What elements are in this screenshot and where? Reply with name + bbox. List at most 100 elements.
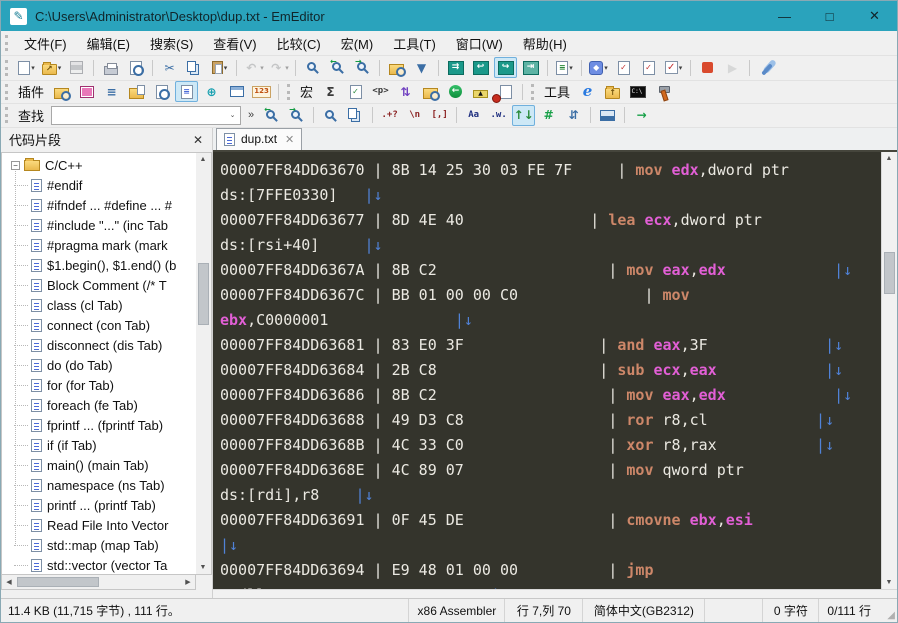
snippet-item-11[interactable]: for (for Tab) [2,376,196,396]
find-previous-button[interactable] [326,57,349,78]
macro-find-folder-button[interactable] [419,81,442,102]
findbar-jump-button[interactable]: → [630,105,653,126]
cut-button[interactable]: ✂ [158,57,181,78]
scroll-left-icon[interactable]: ◀ [2,575,16,589]
code-line-7[interactable]: ebx,C0000001 |↓ [220,308,881,333]
print-preview-button[interactable] [124,57,147,78]
snippet-item-18[interactable]: Read File Into Vector [2,516,196,536]
findbar-find-in-files-button[interactable] [319,105,342,126]
save-file-button[interactable] [65,57,88,78]
maximize-button[interactable]: □ [807,1,852,31]
toolbar-grip[interactable] [287,83,293,100]
paste-dropdown-icon[interactable]: ▾ [224,64,228,72]
menu-item-5[interactable]: 比较(C) [267,31,331,56]
outline-toggle-button[interactable]: ≡ ▾ [553,57,576,78]
snippet-item-16[interactable]: namespace (ns Tab) [2,476,196,496]
tab-dup-txt[interactable]: dup.txt ✕ [216,127,303,150]
run-macro-multiple-button[interactable]: ✓ [637,57,660,78]
code-line-14[interactable]: ds:[rdi],r8 |↓ [220,483,881,508]
findbar-escape-seq-button[interactable]: \n [403,105,426,126]
plugin-snippets-button[interactable]: ≡ [175,81,199,103]
menu-item-9[interactable]: 帮助(H) [513,31,577,56]
findbar-incremental-button[interactable]: ↑↓ [512,104,536,126]
tool-build-button[interactable] [651,81,674,102]
menu-item-8[interactable]: 窗口(W) [446,31,513,56]
find-in-files-button[interactable] [385,57,408,78]
status-cell-3[interactable]: 简体中文(GB2312) [582,599,704,622]
redo-dropdown-icon[interactable]: ▾ [285,64,289,72]
wrap-indicator-button[interactable]: ⇥ [519,57,542,78]
plugin-web-search-button[interactable]: ⊕ [200,81,223,102]
editor-vertical-scrollbar[interactable]: ▲ ▼ [881,151,897,589]
code-line-5[interactable]: 00007FF84DD6367A | 8B C2 | mov eax,edx |… [220,258,881,283]
macro-library-dropdown-icon[interactable]: ▾ [604,64,608,72]
paste-button[interactable]: ▾ [208,57,231,78]
code-line-15[interactable]: 00007FF84DD63691 | 0F 45 DE | cmovne ebx… [220,508,881,533]
code-line-11[interactable]: 00007FF84DD63688 | 49 D3 C8 | ror r8,cl … [220,408,881,433]
snippet-item-17[interactable]: printf ... (printf Tab) [2,496,196,516]
code-line-9[interactable]: 00007FF84DD63684 | 2B C8 | sub ecx,eax |… [220,358,881,383]
tree-collapse-icon[interactable]: − [11,161,20,171]
findbar-whole-word-button[interactable]: .w. [487,105,510,126]
tab-close-icon[interactable]: ✕ [285,133,294,146]
sidebar-hscrollbar-thumb[interactable] [17,577,99,587]
status-cell-1[interactable]: x86 Assembler [408,599,504,622]
menu-item-3[interactable]: 搜索(S) [140,31,203,56]
findbar-bookmark-lines-button[interactable]: ⇵ [562,105,585,126]
redo-button[interactable]: ↷ ▾ [267,57,290,78]
scroll-right-icon[interactable]: ▶ [181,575,195,589]
editor-scrollbar-thumb[interactable] [884,251,895,294]
plugin-html-toolbar-button[interactable] [75,81,98,102]
snippet-item-14[interactable]: if (if Tab) [2,436,196,456]
macro-list-dropdown-icon[interactable]: ▾ [679,64,683,72]
new-file-dropdown-icon[interactable]: ▾ [31,64,35,72]
status-cell-4[interactable] [704,599,762,622]
scroll-up-icon[interactable]: ▲ [196,153,210,167]
code-line-8[interactable]: 00007FF84DD63681 | 83 E0 3F | and eax,3F… [220,333,881,358]
findbar-count-matches-button[interactable]: # [537,105,560,126]
record-macro-button[interactable]: ✓ [612,57,635,78]
menu-item-7[interactable]: 工具(T) [383,31,446,56]
snippet-item-1[interactable]: #endif [2,176,196,196]
status-cell-5[interactable]: 0 字符 [762,599,818,622]
find-combo-dropdown-icon[interactable]: ⌄ [225,107,240,124]
toolbar-overflow-chevron[interactable]: » [248,109,254,121]
undo-dropdown-icon[interactable]: ▾ [260,64,264,72]
stop-macro-button[interactable] [696,57,719,78]
macro-library-button[interactable]: ◆ ▾ [587,57,610,78]
run-to-end-button[interactable]: ▶ [721,57,744,78]
macro-convert-button[interactable]: ⇅ [394,81,417,102]
menu-grip[interactable] [5,35,11,51]
macro-html-tag-button[interactable]: <p> [369,81,392,102]
snippet-item-13[interactable]: fprintf ... (fprintf Tab) [2,416,196,436]
plugin-open-documents-button[interactable] [125,81,148,102]
scroll-down-icon[interactable]: ▼ [196,560,210,574]
snippet-item-5[interactable]: $1.begin(), $1.end() (b [2,256,196,276]
wrap-by-character-button[interactable]: ↪ [494,57,517,79]
snippet-item-19[interactable]: std::map (map Tab) [2,536,196,556]
plugin-search-document-button[interactable] [150,81,173,102]
code-line-13[interactable]: 00007FF84DD6368E | 4C 89 07 | mov qword … [220,458,881,483]
macro-sum-button[interactable]: Σ [319,81,342,102]
close-button[interactable]: ✕ [852,1,897,31]
resize-grip[interactable]: ◢ [879,599,897,622]
print-button[interactable] [99,57,122,78]
code-line-12[interactable]: 00007FF84DD6368B | 4C 33 C0 | xor r8,rax… [220,433,881,458]
outline-toggle-dropdown-icon[interactable]: ▾ [569,64,573,72]
macro-stop-on-error-button[interactable] [494,81,517,102]
findbar-char-class-button[interactable]: [,] [428,105,451,126]
menu-item-1[interactable]: 文件(F) [14,31,77,56]
code-line-2[interactable]: ds:[7FFE0330] |↓ [220,183,881,208]
snippet-item-4[interactable]: #pragma mark (mark [2,236,196,256]
macro-select-ruler-button[interactable]: ▲ [469,81,492,102]
findbar-match-case-button[interactable]: Aa [462,105,485,126]
plugin-word-count-button[interactable]: ≡ [100,81,123,102]
snippets-panel-close-icon[interactable]: ✕ [190,133,206,147]
macro-validate-button[interactable]: ✓ [344,81,367,102]
customize-toolbar-button[interactable] [755,57,778,78]
copy-button[interactable] [183,57,206,78]
plugin-find-in-folder-button[interactable] [50,81,73,102]
main-toolbar-grip[interactable] [5,59,11,76]
code-line-4[interactable]: ds:[rsi+40] |↓ [220,233,881,258]
find-toolbar-grip[interactable] [5,107,11,124]
